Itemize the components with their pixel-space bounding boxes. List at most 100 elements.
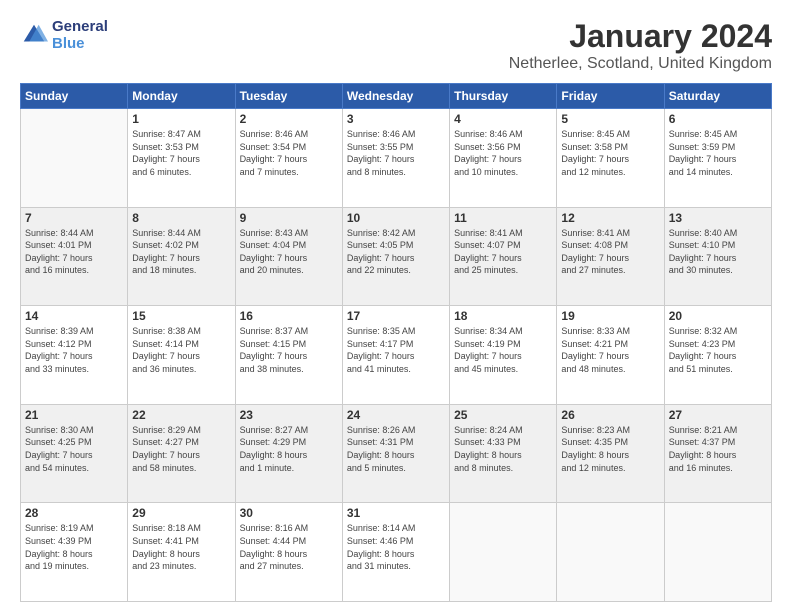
day-info: Sunrise: 8:16 AM Sunset: 4:44 PM Dayligh… [240, 522, 338, 572]
day-info: Sunrise: 8:39 AM Sunset: 4:12 PM Dayligh… [25, 325, 123, 375]
table-row: 12 Sunrise: 8:41 AM Sunset: 4:08 PM Dayli… [557, 207, 664, 306]
day-number: 7 [25, 211, 123, 225]
day-number: 21 [25, 408, 123, 422]
day-info: Sunrise: 8:46 AM Sunset: 3:54 PM Dayligh… [240, 128, 338, 178]
table-row: 1 Sunrise: 8:47 AM Sunset: 3:53 PM Daylig… [128, 109, 235, 208]
table-row: 14 Sunrise: 8:39 AM Sunset: 4:12 PM Dayli… [21, 306, 128, 405]
table-row: 13 Sunrise: 8:40 AM Sunset: 4:10 PM Dayli… [664, 207, 771, 306]
day-info: Sunrise: 8:44 AM Sunset: 4:02 PM Dayligh… [132, 227, 230, 277]
table-row: 11Sunrise: 8:41 AM Sunset: 4:07 PM Dayli… [450, 207, 557, 306]
day-info: Sunrise: 8:42 AM Sunset: 4:05 PM Dayligh… [347, 227, 445, 277]
header: General Blue January 2024 Netherlee, Sco… [20, 18, 772, 73]
day-number: 22 [132, 408, 230, 422]
table-row: 31 Sunrise: 8:14 AM Sunset: 4:46 PM Dayli… [342, 503, 449, 602]
header-monday: Monday [128, 84, 235, 109]
day-number: 3 [347, 112, 445, 126]
day-info: Sunrise: 8:26 AM Sunset: 4:31 PM Dayligh… [347, 424, 445, 474]
calendar-week-row: 14 Sunrise: 8:39 AM Sunset: 4:12 PM Dayli… [21, 306, 772, 405]
day-info: Sunrise: 8:44 AM Sunset: 4:01 PM Dayligh… [25, 227, 123, 277]
table-row: 3 Sunrise: 8:46 AM Sunset: 3:55 PM Daylig… [342, 109, 449, 208]
table-row: 27 Sunrise: 8:21 AM Sunset: 4:37 PM Dayli… [664, 404, 771, 503]
table-row [664, 503, 771, 602]
day-info: Sunrise: 8:18 AM Sunset: 4:41 PM Dayligh… [132, 522, 230, 572]
table-row [21, 109, 128, 208]
day-info: Sunrise: 8:27 AM Sunset: 4:29 PM Dayligh… [240, 424, 338, 474]
calendar-week-row: 7 Sunrise: 8:44 AM Sunset: 4:01 PM Daylig… [21, 207, 772, 306]
day-info: Sunrise: 8:47 AM Sunset: 3:53 PM Dayligh… [132, 128, 230, 178]
table-row: 22 Sunrise: 8:29 AM Sunset: 4:27 PM Dayli… [128, 404, 235, 503]
day-number: 12 [561, 211, 659, 225]
day-number: 6 [669, 112, 767, 126]
day-number: 20 [669, 309, 767, 323]
day-number: 1 [132, 112, 230, 126]
table-row: 4Sunrise: 8:46 AM Sunset: 3:56 PM Daylig… [450, 109, 557, 208]
main-title: January 2024 [509, 18, 772, 55]
calendar-week-row: 21 Sunrise: 8:30 AM Sunset: 4:25 PM Dayli… [21, 404, 772, 503]
table-row: 30 Sunrise: 8:16 AM Sunset: 4:44 PM Dayli… [235, 503, 342, 602]
day-info: Sunrise: 8:40 AM Sunset: 4:10 PM Dayligh… [669, 227, 767, 277]
day-info: Sunrise: 8:21 AM Sunset: 4:37 PM Dayligh… [669, 424, 767, 474]
day-number: 25 [454, 408, 552, 422]
table-row: 6 Sunrise: 8:45 AM Sunset: 3:59 PM Daylig… [664, 109, 771, 208]
day-info: Sunrise: 8:45 AM Sunset: 3:58 PM Dayligh… [561, 128, 659, 178]
day-number: 14 [25, 309, 123, 323]
table-row: 17Sunrise: 8:35 AM Sunset: 4:17 PM Dayli… [342, 306, 449, 405]
day-info: Sunrise: 8:45 AM Sunset: 3:59 PM Dayligh… [669, 128, 767, 178]
table-row: 9 Sunrise: 8:43 AM Sunset: 4:04 PM Daylig… [235, 207, 342, 306]
header-thursday: Thursday [450, 84, 557, 109]
logo-icon [20, 21, 48, 49]
day-number: 18 [454, 309, 552, 323]
day-info: Sunrise: 8:43 AM Sunset: 4:04 PM Dayligh… [240, 227, 338, 277]
day-info: Sunrise: 8:29 AM Sunset: 4:27 PM Dayligh… [132, 424, 230, 474]
logo: General Blue [20, 18, 108, 52]
day-info: Sunrise: 8:14 AM Sunset: 4:46 PM Dayligh… [347, 522, 445, 572]
day-number: 10 [347, 211, 445, 225]
calendar-week-row: 1 Sunrise: 8:47 AM Sunset: 3:53 PM Daylig… [21, 109, 772, 208]
day-number: 31 [347, 506, 445, 520]
day-number: 16 [240, 309, 338, 323]
table-row: 7 Sunrise: 8:44 AM Sunset: 4:01 PM Daylig… [21, 207, 128, 306]
day-info: Sunrise: 8:46 AM Sunset: 3:55 PM Dayligh… [347, 128, 445, 178]
day-number: 15 [132, 309, 230, 323]
day-number: 19 [561, 309, 659, 323]
header-sunday: Sunday [21, 84, 128, 109]
day-number: 27 [669, 408, 767, 422]
logo-text: General Blue [52, 18, 108, 52]
calendar-week-row: 28 Sunrise: 8:19 AM Sunset: 4:39 PM Dayli… [21, 503, 772, 602]
day-info: Sunrise: 8:30 AM Sunset: 4:25 PM Dayligh… [25, 424, 123, 474]
day-info: Sunrise: 8:41 AM Sunset: 4:07 PM Dayligh… [454, 227, 552, 277]
day-number: 26 [561, 408, 659, 422]
table-row: 16 Sunrise: 8:37 AM Sunset: 4:15 PM Dayli… [235, 306, 342, 405]
table-row: 8Sunrise: 8:44 AM Sunset: 4:02 PM Daylig… [128, 207, 235, 306]
day-info: Sunrise: 8:32 AM Sunset: 4:23 PM Dayligh… [669, 325, 767, 375]
day-number: 24 [347, 408, 445, 422]
day-number: 9 [240, 211, 338, 225]
day-number: 28 [25, 506, 123, 520]
day-number: 4 [454, 112, 552, 126]
subtitle: Netherlee, Scotland, United Kingdom [509, 55, 772, 73]
page: General Blue January 2024 Netherlee, Sco… [0, 0, 792, 612]
day-number: 5 [561, 112, 659, 126]
table-row: 28 Sunrise: 8:19 AM Sunset: 4:39 PM Dayli… [21, 503, 128, 602]
day-info: Sunrise: 8:24 AM Sunset: 4:33 PM Dayligh… [454, 424, 552, 474]
calendar-table: Sunday Monday Tuesday Wednesday Thursday… [20, 83, 772, 602]
day-info: Sunrise: 8:37 AM Sunset: 4:15 PM Dayligh… [240, 325, 338, 375]
day-number: 23 [240, 408, 338, 422]
day-info: Sunrise: 8:33 AM Sunset: 4:21 PM Dayligh… [561, 325, 659, 375]
day-info: Sunrise: 8:41 AM Sunset: 4:08 PM Dayligh… [561, 227, 659, 277]
table-row: 29Sunrise: 8:18 AM Sunset: 4:41 PM Dayli… [128, 503, 235, 602]
day-number: 13 [669, 211, 767, 225]
day-number: 17 [347, 309, 445, 323]
table-row: 2Sunrise: 8:46 AM Sunset: 3:54 PM Daylig… [235, 109, 342, 208]
table-row [450, 503, 557, 602]
title-section: January 2024 Netherlee, Scotland, United… [509, 18, 772, 73]
table-row: 5 Sunrise: 8:45 AM Sunset: 3:58 PM Daylig… [557, 109, 664, 208]
day-number: 30 [240, 506, 338, 520]
table-row [557, 503, 664, 602]
table-row: 24 Sunrise: 8:26 AM Sunset: 4:31 PM Dayli… [342, 404, 449, 503]
day-info: Sunrise: 8:19 AM Sunset: 4:39 PM Dayligh… [25, 522, 123, 572]
table-row: 15 Sunrise: 8:38 AM Sunset: 4:14 PM Dayli… [128, 306, 235, 405]
header-friday: Friday [557, 84, 664, 109]
table-row: 19 Sunrise: 8:33 AM Sunset: 4:21 PM Dayli… [557, 306, 664, 405]
day-info: Sunrise: 8:38 AM Sunset: 4:14 PM Dayligh… [132, 325, 230, 375]
